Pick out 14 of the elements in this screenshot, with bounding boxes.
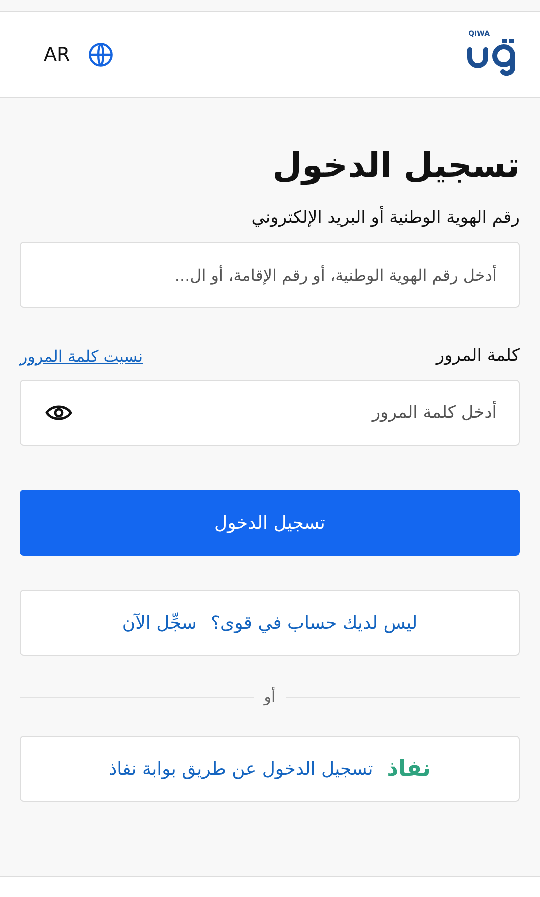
globe-icon[interactable] <box>88 42 114 68</box>
id-input-field[interactable]: أدخل رقم الهوية الوطنية، أو رقم الإقامة، أو ال... <box>20 242 520 308</box>
field-label: رقم الهوية الوطنية أو البريد الإلكتروني <box>250 208 520 228</box>
register-link[interactable]: سجِّل الآن <box>122 612 197 634</box>
forgot-password-link[interactable]: نسيت كلمة المرور <box>20 346 144 366</box>
nafath-login-button[interactable]: نفاذ تسجيل الدخول عن طريق بوابة نفاذ <box>20 736 520 802</box>
field-label: كلمة المرور <box>436 346 520 366</box>
register-question: ليس لديك حساب في قوى؟ <box>210 612 418 634</box>
divider-text: أو <box>264 688 276 706</box>
page-title: تسجيل الدخول <box>272 146 520 186</box>
eye-icon[interactable] <box>45 403 73 423</box>
password-input-field[interactable]: أدخل كلمة المرور <box>372 403 497 423</box>
login-button[interactable]: تسجيل الدخول <box>20 490 520 556</box>
language-button[interactable]: AR <box>44 44 70 66</box>
